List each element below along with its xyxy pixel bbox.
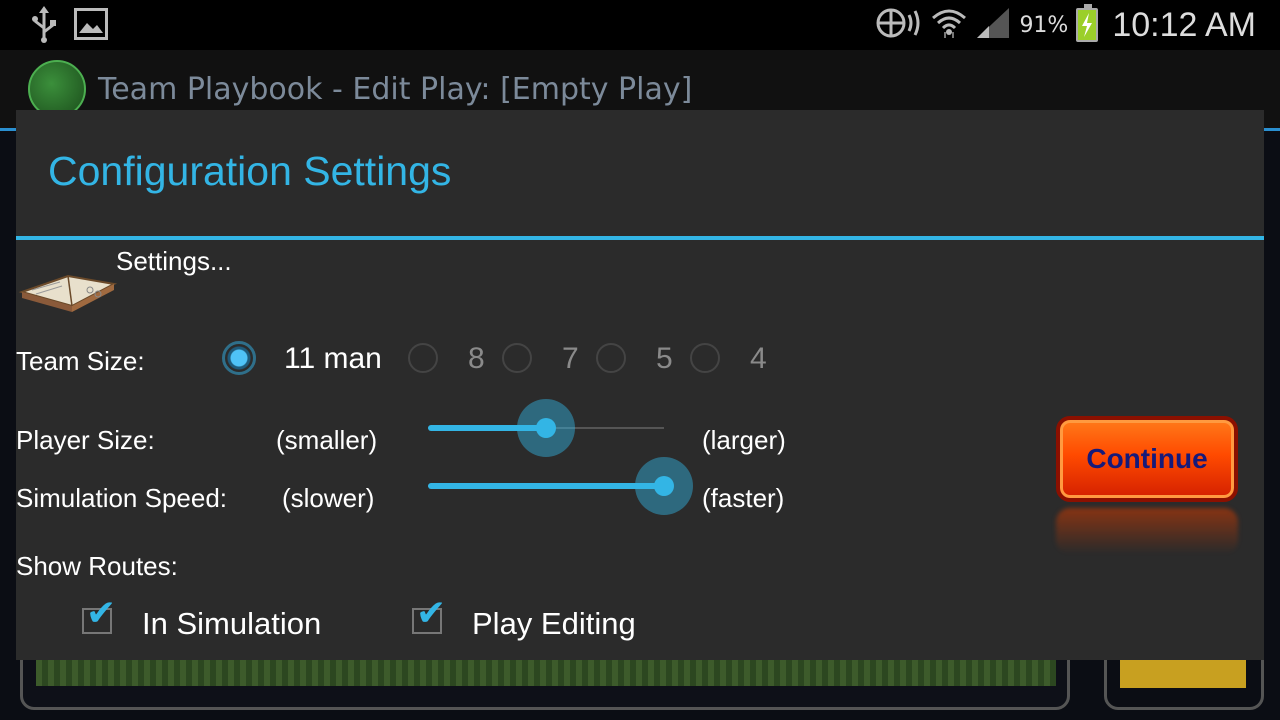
simulation-speed-max-label: (faster) — [702, 483, 785, 513]
app-title: Team Playbook - Edit Play: [Empty Play] — [98, 72, 693, 107]
image-icon — [74, 8, 108, 40]
nfc-icon — [875, 6, 923, 44]
team-size-option-5-label[interactable]: 5 — [656, 342, 673, 376]
continue-button[interactable]: Continue — [1056, 416, 1238, 502]
clock: 10:12 AM — [1112, 5, 1256, 44]
play-editing-checkbox[interactable]: ✔ — [412, 596, 446, 634]
continue-button-reflection — [1056, 508, 1238, 554]
team-size-option-11-label[interactable]: 11 man — [284, 342, 382, 376]
battery-icon — [1076, 4, 1099, 42]
play-field-grass — [36, 660, 1056, 686]
player-size-slider-thumb[interactable] — [517, 399, 575, 457]
play-editing-label[interactable]: Play Editing — [472, 606, 636, 642]
team-size-radio-4[interactable] — [690, 343, 720, 373]
team-size-label: Team Size: — [16, 346, 145, 376]
status-bar: 91% 10:12 AM — [0, 0, 1280, 50]
settings-heading: Settings... — [116, 246, 232, 276]
simulation-speed-min-label: (slower) — [282, 483, 375, 513]
team-size-option-8-label[interactable]: 8 — [468, 342, 485, 376]
team-size-radio-11[interactable] — [222, 341, 256, 375]
dialog-title: Configuration Settings — [48, 148, 452, 194]
team-size-radio-5[interactable] — [596, 343, 626, 373]
usb-icon — [30, 6, 58, 48]
simulation-speed-slider-fill — [428, 483, 664, 489]
team-size-radio-8[interactable] — [408, 343, 438, 373]
side-panel-button — [1120, 660, 1246, 688]
player-size-max-label: (larger) — [702, 425, 786, 455]
in-simulation-label[interactable]: In Simulation — [142, 606, 321, 642]
playbook-book-icon — [18, 270, 118, 318]
simulation-speed-label: Simulation Speed: — [16, 483, 228, 513]
checkmark-icon: ✔ — [86, 593, 117, 634]
configuration-dialog: Configuration Settings Settings... Team … — [16, 110, 1264, 660]
in-simulation-checkbox[interactable]: ✔ — [82, 596, 116, 634]
show-routes-label: Show Routes: — [16, 551, 178, 581]
player-size-min-label: (smaller) — [276, 425, 378, 455]
simulation-speed-slider-thumb[interactable] — [635, 457, 693, 515]
battery-percent: 91% — [1019, 12, 1069, 38]
wifi-icon — [931, 6, 967, 44]
team-size-option-4-label[interactable]: 4 — [750, 342, 767, 376]
title-divider — [16, 236, 1264, 240]
player-size-label: Player Size: — [16, 425, 155, 455]
checkmark-icon: ✔ — [416, 593, 447, 634]
signal-icon — [975, 6, 1011, 44]
team-size-radio-7[interactable] — [502, 343, 532, 373]
team-size-option-7-label[interactable]: 7 — [562, 342, 579, 376]
